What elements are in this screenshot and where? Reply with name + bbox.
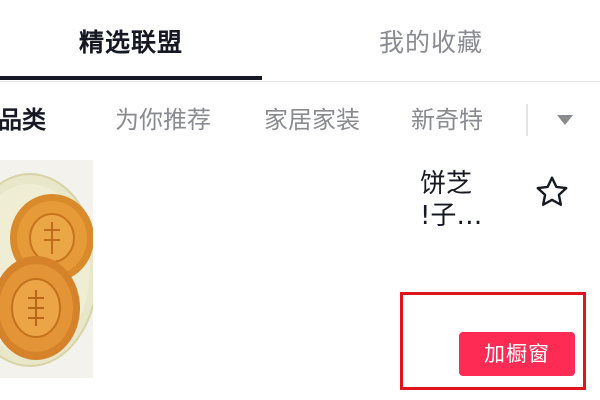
tab-my-favorites[interactable]: 我的收藏 (262, 0, 600, 82)
mooncake-image (0, 160, 93, 378)
category-item-all[interactable]: 部品类 (0, 82, 46, 158)
category-separator (526, 104, 528, 136)
category-item-novelty[interactable]: 新奇特 (411, 82, 483, 158)
active-tab-indicator (0, 76, 262, 80)
top-tab-bar: 精选联盟 我的收藏 (0, 0, 600, 82)
category-item-home[interactable]: 家居家装 (264, 82, 360, 158)
tab-selected-alliance-label: 精选联盟 (78, 28, 183, 57)
triangle-down-icon (557, 115, 573, 125)
category-item-recommended[interactable]: 为你推荐 (115, 82, 211, 158)
product-thumbnail[interactable] (0, 160, 93, 378)
favorite-button[interactable] (532, 172, 572, 212)
category-bar: 部品类 为你推荐 家居家装 新奇特 (0, 82, 600, 158)
product-selection-screen: 精选联盟 我的收藏 部品类 为你推荐 家居家装 新奇特 (0, 0, 600, 400)
tab-selected-alliance[interactable]: 精选联盟 (0, 0, 262, 82)
tab-my-favorites-label: 我的收藏 (378, 28, 483, 57)
add-to-showcase-button[interactable]: 加橱窗 (459, 332, 575, 376)
product-title[interactable]: 饼芝 !子… (420, 168, 510, 232)
category-expand-button[interactable] (546, 102, 584, 138)
star-outline-icon (536, 176, 568, 206)
